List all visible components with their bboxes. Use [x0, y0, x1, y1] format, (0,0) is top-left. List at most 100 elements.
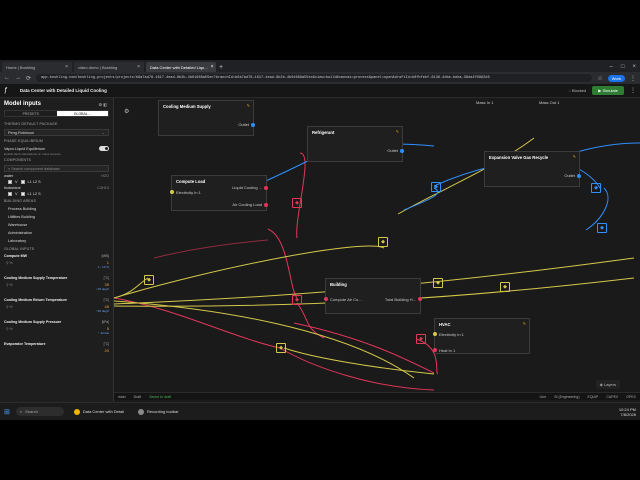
edge-red[interactable]	[153, 239, 269, 259]
node-refrigerant[interactable]: Refrigerant ✎ Outlet	[307, 126, 404, 162]
valve-icon[interactable]: ◆	[433, 278, 443, 288]
input-name: Cooling Medium Supply Temperature	[4, 276, 68, 280]
valve-icon[interactable]: ◆	[416, 334, 426, 344]
port-total-building[interactable]	[418, 297, 422, 301]
layers-button[interactable]: ◈ Layers	[595, 380, 620, 389]
browser-tab-project[interactable]: Data Center with Detailed Liqu... ×	[146, 62, 216, 72]
close-icon[interactable]: ×	[65, 64, 68, 70]
close-icon[interactable]: ×	[211, 64, 214, 70]
checkbox[interactable]	[20, 192, 25, 196]
panel-title-text: Model inputs	[4, 101, 41, 107]
browser-tab-home[interactable]: Home | Boshling ×	[2, 62, 72, 72]
maximize-icon[interactable]: □	[621, 64, 625, 70]
valve-icon[interactable]: ◆	[591, 183, 601, 193]
valve-icon[interactable]: ◆	[378, 237, 388, 247]
browser-tab-video[interactable]: video demo | Boshling ×	[74, 62, 144, 72]
global-input-supply-pressure[interactable]: Cooling Medium Supply Pressure [kPa] ⚲ % 5 ↑…	[0, 319, 113, 341]
flowsheet-canvas[interactable]: Cooling Medium Supply ✎ Outlet Refrigera…	[114, 98, 640, 420]
global-input-compute-mw[interactable]: Compute MW [MW] ⚲ % 1 1...10 %	[0, 253, 113, 275]
global-input-supply-temp[interactable]: Cooling Medium Supply Temperature [°C] ⚲ %…	[0, 275, 113, 297]
checkbox[interactable]	[8, 180, 12, 184]
edit-icon[interactable]: ✎	[573, 154, 576, 159]
port-outlet[interactable]	[251, 123, 255, 127]
vle-toggle[interactable]	[99, 146, 109, 151]
component-formula: H2O	[101, 174, 109, 178]
node-cooling-medium-supply[interactable]: Cooling Medium Supply ✎ Outlet	[158, 100, 255, 136]
valve-icon[interactable]: ◆	[597, 223, 607, 233]
taskbar-search[interactable]: ⌕ Search	[15, 407, 64, 416]
edit-icon[interactable]: ✎	[523, 321, 526, 326]
edit-icon[interactable]: ✎	[247, 103, 250, 108]
building-area-item[interactable]: Laboratory	[0, 237, 113, 245]
building-area-item[interactable]: Administration	[0, 229, 113, 237]
input-value[interactable]: 20	[105, 348, 109, 353]
port-electricity-in[interactable]	[433, 332, 437, 336]
taskbar-clock[interactable]: 10:24 PM 7/8/2026	[619, 407, 636, 417]
port-liquid-cooling[interactable]	[264, 186, 268, 190]
more-icon[interactable]: ⋮	[630, 87, 636, 94]
node-building[interactable]: Building Compute Air Co... Total Buildin…	[324, 278, 422, 314]
profile-button[interactable]: Work	[607, 74, 625, 82]
draft-label[interactable]: Draft	[134, 395, 142, 399]
component-search-input[interactable]: ⌕ Search component database	[4, 165, 109, 172]
blocked-toggle[interactable]: ◌ Blocked	[569, 88, 587, 93]
building-area-item[interactable]: Utilities Building	[0, 213, 113, 221]
taskbar-app-label: Recording toolbar	[147, 409, 179, 414]
global-input-evap-temp[interactable]: Evaporator Temperature [°C] 20	[0, 341, 113, 363]
port-outlet[interactable]	[577, 174, 581, 178]
tab-presets[interactable]: PRESETS	[5, 111, 57, 116]
branch-label[interactable]: main	[118, 395, 126, 399]
port-label-air-cooling: Air Cooling Load	[232, 202, 262, 207]
tab-global[interactable]: GLOBAL...	[56, 111, 108, 116]
url-field[interactable]: app.boshling.com/boshling-projects/proje…	[36, 74, 593, 82]
status-item-line[interactable]: Line	[540, 395, 547, 399]
valve-icon[interactable]: ◆	[144, 275, 154, 285]
edge-red[interactable]	[267, 228, 298, 299]
port-air-cooling[interactable]	[264, 203, 268, 207]
valve-icon[interactable]: ◆	[276, 343, 286, 353]
taskbar-app-recorder[interactable]: Recording toolbar	[134, 406, 183, 418]
port-label-outlet: Outlet	[387, 148, 398, 153]
menu-icon[interactable]: ⋮	[630, 75, 636, 82]
app-logo-icon[interactable]: ƒ	[4, 87, 8, 94]
global-input-return-temp[interactable]: Cooling Medium Return Temperature [°C] ⚲ %…	[0, 297, 113, 319]
node-hvac[interactable]: HVAC ✎ Electricity In 1 Heat In 1	[433, 318, 530, 354]
settings-icon[interactable]: ⚙	[124, 108, 129, 115]
valve-icon[interactable]: ◆	[292, 295, 302, 305]
close-icon[interactable]: ×	[137, 64, 140, 70]
port-compute-air[interactable]	[324, 297, 328, 301]
screen: Home | Boshling × video demo | Boshling × …	[0, 60, 640, 420]
valve-icon[interactable]: ◆	[500, 282, 510, 292]
taskbar-app-browser[interactable]: Data Center with Detail	[70, 406, 128, 418]
forward-icon[interactable]: →	[15, 75, 21, 81]
window-close-icon[interactable]: ×	[632, 64, 636, 70]
node-expansion-valve-gas-recycle[interactable]: Expansion Valve Gas Recycle ✎ Outlet	[484, 151, 581, 187]
thermo-package-select[interactable]: Peng-Robinson ⌄	[4, 129, 109, 136]
valve-icon[interactable]: ◆	[431, 182, 441, 192]
valve-icon[interactable]: ◆	[292, 198, 302, 208]
port-heat-in[interactable]	[433, 348, 437, 352]
checkbox[interactable]	[20, 180, 25, 184]
panel-settings-icon[interactable]: ⚙ ◧	[99, 102, 107, 107]
port-electricity-in[interactable]	[170, 190, 174, 194]
windows-start-icon[interactable]: ⊞	[4, 408, 10, 416]
back-icon[interactable]: ←	[4, 75, 10, 81]
port-outlet[interactable]	[400, 149, 404, 153]
building-area-item[interactable]: Warehouse	[0, 221, 113, 229]
node-compute-load[interactable]: Compute Load Electricity In 1 Liquid Coo…	[170, 175, 268, 211]
status-item-equip[interactable]: EQUIP	[587, 395, 598, 399]
new-tab-icon[interactable]: +	[219, 62, 223, 72]
input-name: Cooling Medium Return Temperature	[4, 298, 68, 302]
checkbox[interactable]	[8, 192, 12, 196]
node-title: Expansion Valve Gas Recycle	[489, 155, 549, 160]
status-item-opex[interactable]: OPEX	[626, 395, 636, 399]
minimize-icon[interactable]: –	[610, 64, 613, 70]
edge-yellow[interactable]	[114, 277, 149, 299]
edit-icon[interactable]: ✎	[396, 129, 399, 134]
simulate-button[interactable]: ▶ Simulate	[592, 86, 624, 95]
reload-icon[interactable]: ⟳	[26, 75, 31, 82]
status-item-capex[interactable]: CAPEX	[606, 395, 618, 399]
building-area-item[interactable]: Process Building	[0, 205, 113, 213]
star-icon[interactable]: ☆	[597, 75, 602, 82]
units-label[interactable]: SI (Engineering)	[554, 395, 579, 399]
